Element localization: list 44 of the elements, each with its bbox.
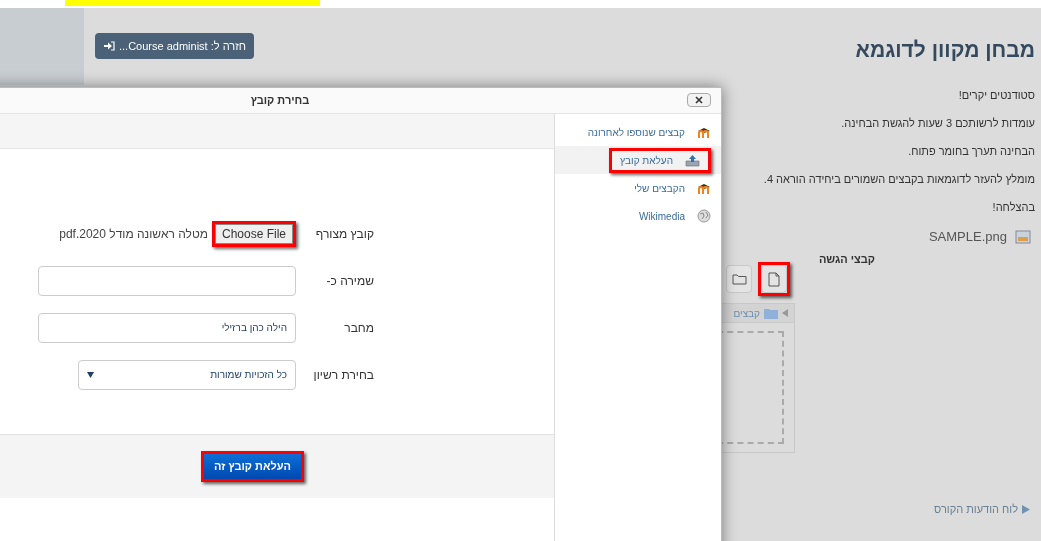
paragraph-text: עומדות לרשותכם 3 שעות להגשת הבחינה.: [841, 116, 1035, 131]
image-file-icon: [1015, 230, 1031, 244]
caret-icon: [782, 309, 788, 317]
repository-label: Wikimedia: [638, 209, 685, 224]
back-button[interactable]: חזרה ל: Course administ...: [95, 33, 254, 59]
folder-icon: [731, 273, 747, 285]
close-button[interactable]: [687, 93, 711, 107]
close-icon: [695, 96, 703, 104]
repository-item[interactable]: העלאת קובץ: [555, 146, 721, 174]
document-icon: [768, 271, 780, 287]
paragraph-text: מומלץ להעזר לדוגמאות בקבצים השמורים ביחידה הוראה 4.: [763, 172, 1035, 187]
paragraph-text: סטודנטים יקרים!: [958, 88, 1035, 103]
folder-icon: [764, 307, 778, 319]
choose-file-button[interactable]: Choose File: [214, 224, 293, 244]
save-as-field[interactable]: [38, 265, 296, 296]
globe-icon: [697, 209, 711, 223]
graduation-cap-icon: [697, 126, 711, 138]
create-folder-button[interactable]: [726, 265, 752, 293]
submission-label: קבצי הגשה: [817, 252, 875, 267]
file-name-text: מטלה ראשונה מודל 2020.pdf: [59, 226, 208, 243]
repository-label: הקבצים שלי: [634, 181, 685, 196]
license-select[interactable]: כל הזכויות שמורות: [78, 359, 296, 390]
repository-label: קבצים שנוספו לאחרונה: [587, 125, 685, 140]
page-title: מבחן מקוון לדוגמא: [855, 37, 1035, 63]
field-label: בחירת רשיון: [312, 366, 374, 384]
repository-item[interactable]: הקבצים שלי: [555, 174, 721, 202]
field-label: קובץ מצורף: [314, 226, 374, 243]
upload-tray-icon: [685, 153, 700, 167]
repository-item[interactable]: קבצים שנוספו לאחרונה: [555, 118, 721, 146]
repository-item[interactable]: Wikimedia: [555, 202, 721, 230]
graduation-cap-icon: [697, 182, 711, 194]
field-label: מחבר: [343, 319, 374, 337]
paragraph-text: הבחינה תערך בחומר פתוח.: [908, 144, 1035, 159]
sign-in-icon: [103, 41, 115, 51]
dropdown-caret-icon: [87, 371, 94, 378]
paragraph-text: בהצלחה!: [992, 200, 1035, 215]
upload-file-button[interactable]: העלאת קובץ זה: [204, 454, 301, 479]
attachment-link[interactable]: SAMPLE.png: [928, 227, 1007, 247]
triangle-icon: [1022, 504, 1030, 514]
repository-label: העלאת קובץ: [620, 153, 673, 168]
dialog-title: בחירת קובץ: [250, 93, 310, 109]
field-label: שמירה כ-: [325, 272, 374, 290]
author-field[interactable]: הילה כהן ברזילי: [38, 312, 296, 343]
course-news-link[interactable]: לוח הודעות הקורס: [934, 501, 1018, 518]
